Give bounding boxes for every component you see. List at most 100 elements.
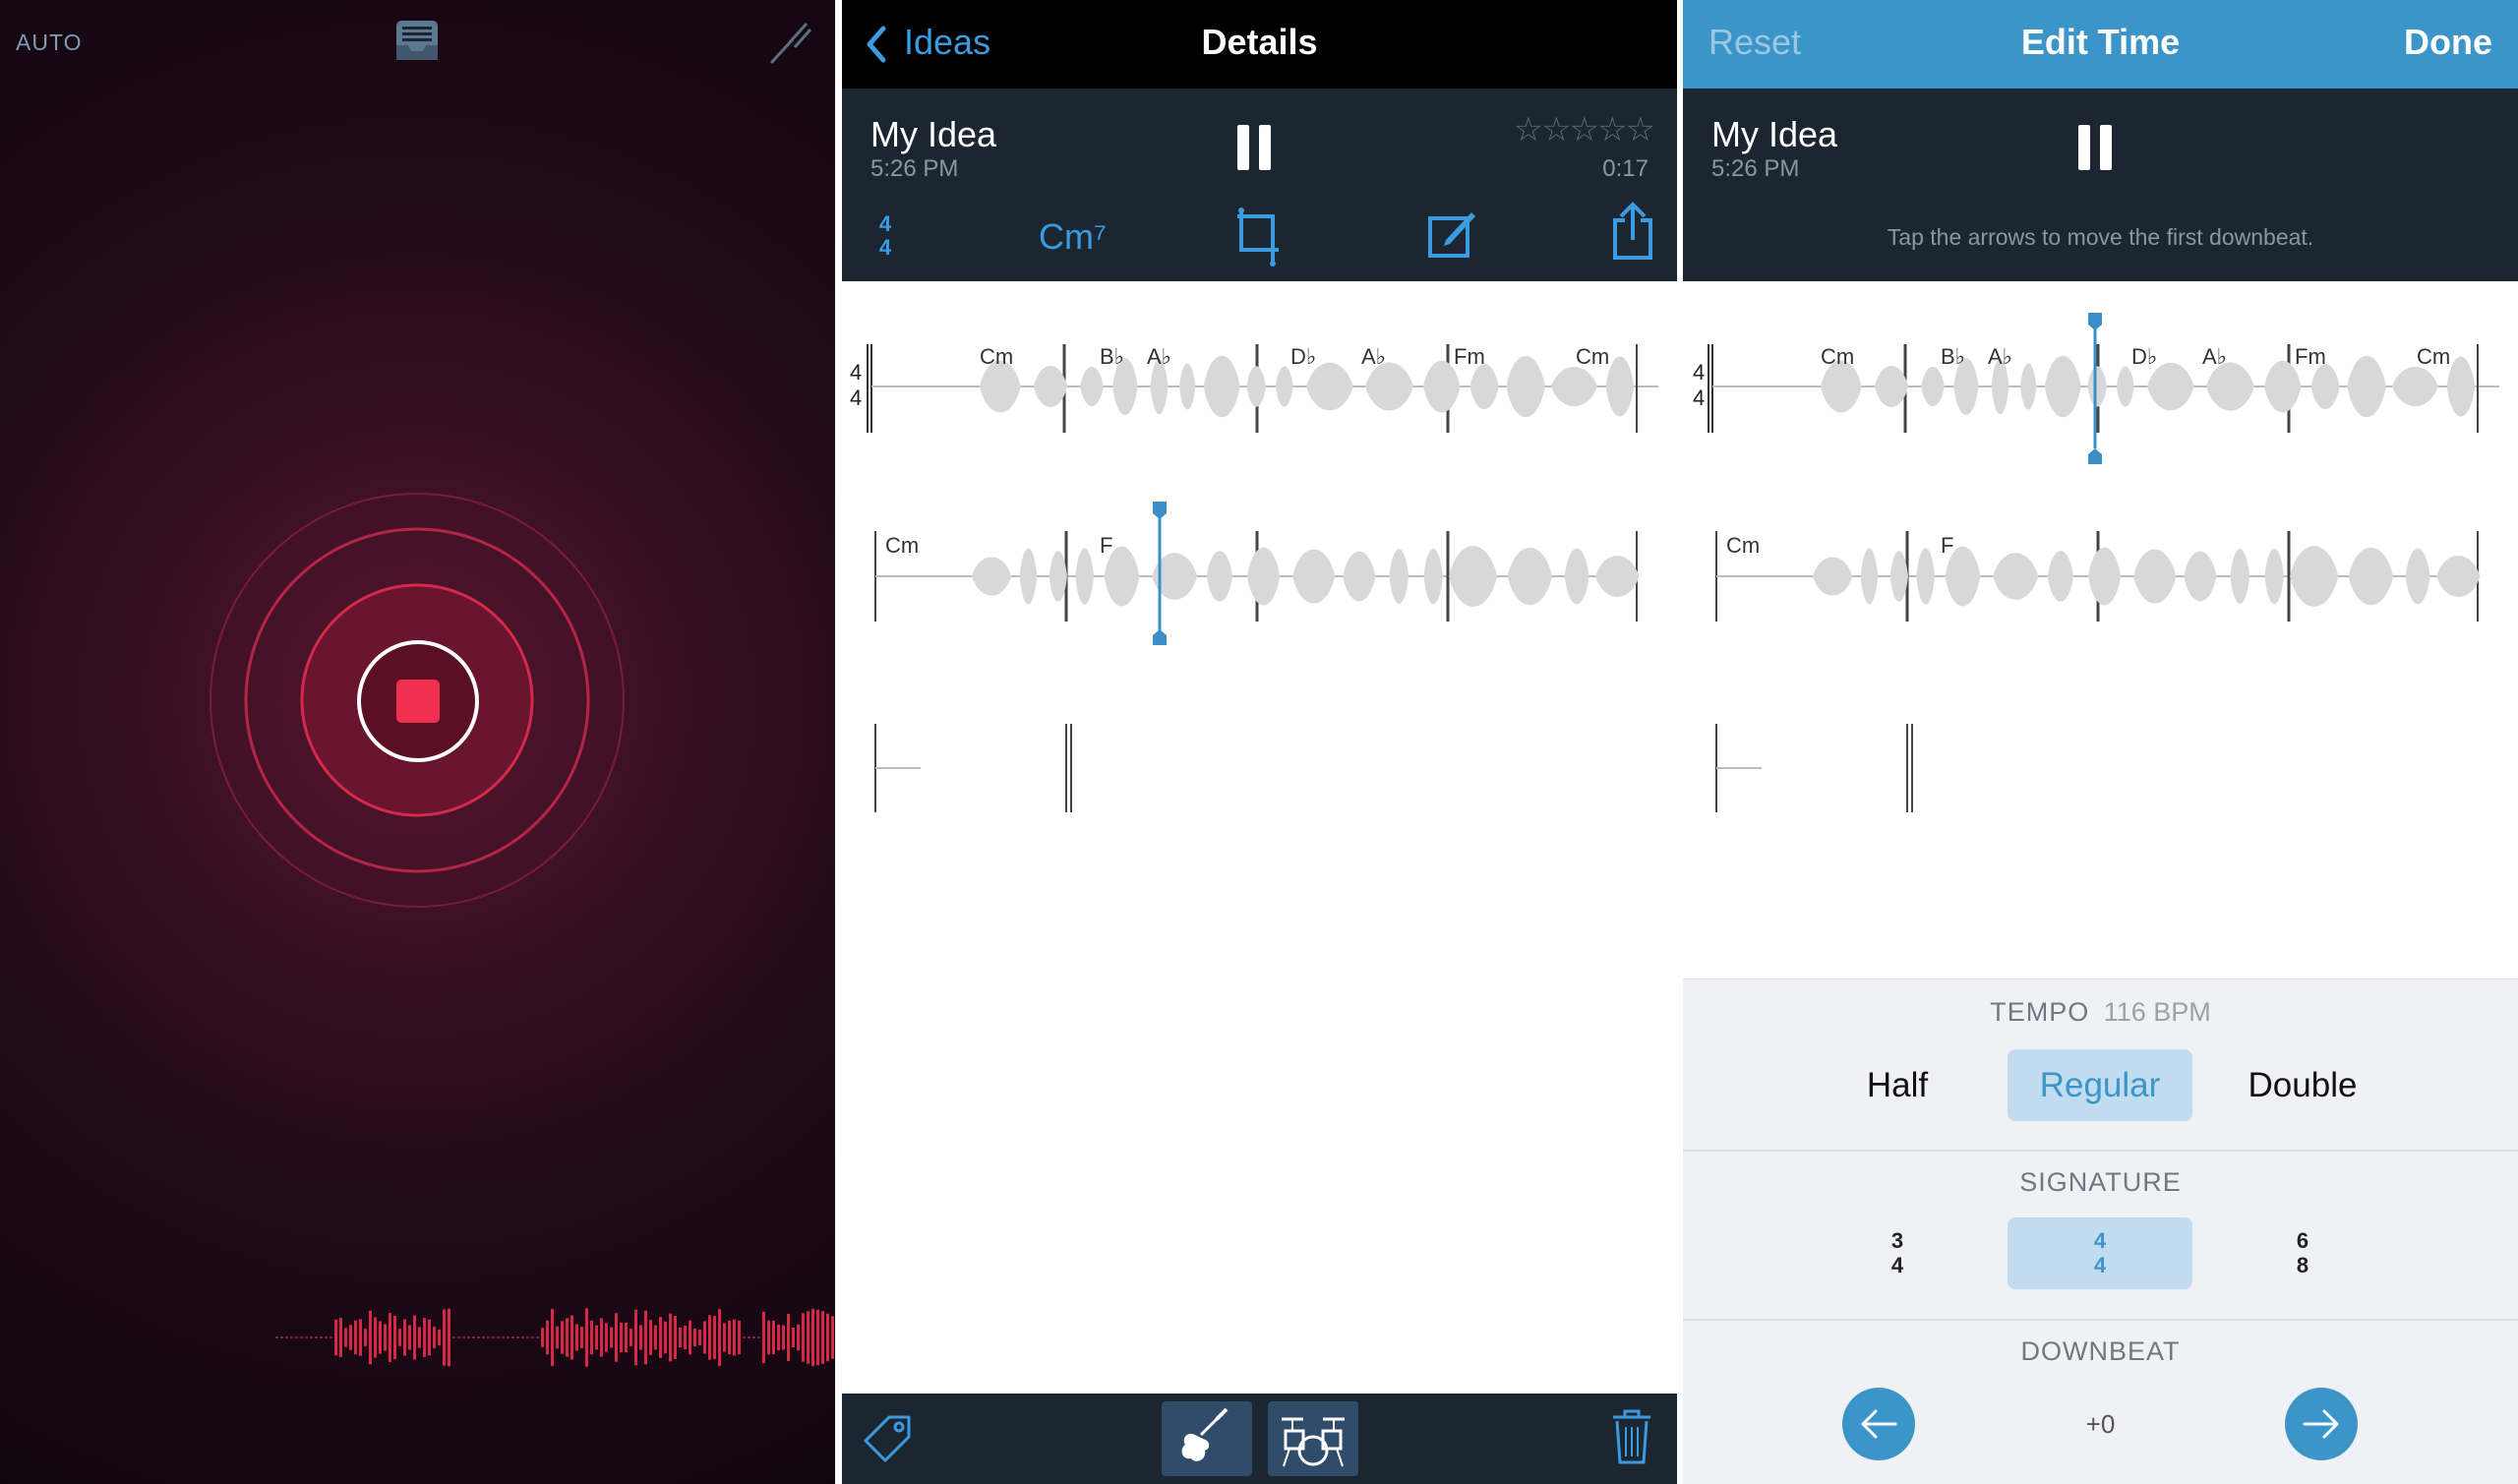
waveform-bar [831,1316,834,1359]
waveform-bar [610,1327,613,1348]
waveform-bar [438,1329,441,1346]
waveform-bar [787,1313,790,1362]
waveform-bar [305,1336,308,1338]
waveform-bar [600,1318,603,1357]
waveform-bar [354,1320,357,1355]
waveform-bar [516,1336,519,1338]
signature-label: SIGNATURE [2019,1167,2182,1197]
waveform-bar [300,1336,303,1338]
stop-record-button[interactable] [357,640,479,762]
waveform-bar [541,1328,544,1347]
waveform-bar [452,1336,455,1338]
waveform-bar [379,1321,382,1354]
waveform-bar [649,1320,652,1355]
waveform-bar [797,1324,800,1351]
waveform-bar [457,1336,460,1338]
waveform-bar [689,1320,691,1355]
waveform-bar [418,1327,421,1348]
waveform-bar [580,1327,583,1348]
waveform-bar [782,1325,785,1350]
downbeat-value: +0 [2085,1409,2116,1439]
waveform-bar [654,1325,657,1350]
stop-record-icon [396,680,440,723]
waveform-bar [467,1336,470,1338]
waveform-bar [708,1315,711,1360]
tempo-double-option[interactable]: Double [2210,1049,2395,1121]
sig-bottom: 4 [2093,1253,2107,1277]
guitar-button[interactable] [1162,1401,1252,1476]
tempo-label: TEMPO [1990,997,2090,1027]
trash-icon[interactable] [1609,1407,1654,1471]
arrow-right-icon [2303,1409,2339,1439]
waveform-bar [275,1336,278,1338]
waveform-bar [295,1336,298,1338]
waveform-bar [728,1320,731,1355]
waveform-bar [487,1336,490,1338]
waveform-bar [428,1319,431,1356]
waveform-bar [585,1308,588,1367]
waveform-bar [546,1320,549,1355]
waveform-bar [590,1320,593,1355]
waveform-bar [310,1336,313,1338]
waveform-bar [443,1309,446,1366]
waveform-bar [403,1319,406,1356]
tempo-regular-option[interactable]: Regular [2008,1049,2192,1121]
downbeat-marker[interactable] [1683,0,2518,688]
waveform-bar [816,1309,819,1366]
signature-6-8-option[interactable]: 6 8 [2210,1217,2395,1289]
waveform-bar [290,1336,293,1338]
waveform-bar [723,1323,726,1352]
waveform-bar [408,1325,411,1350]
waveform-bar [413,1315,416,1360]
tag-icon[interactable] [862,1413,915,1471]
waveform-bar [767,1320,770,1355]
waveform-bar [511,1336,514,1338]
downbeat-label: DOWNBEAT [2020,1336,2181,1366]
waveform-bar [521,1336,524,1338]
waveform-bar [325,1336,328,1338]
waveform-bar [713,1316,716,1359]
sig-bottom: 8 [2296,1253,2309,1277]
waveform-bar [433,1326,436,1349]
waveform-bar [777,1324,780,1351]
waveform-bar [526,1336,529,1338]
waveform-bar [561,1321,564,1354]
waveform-bar [285,1336,288,1338]
waveform-bar [536,1336,539,1338]
waveform-bar [482,1336,485,1338]
waveform-bar [551,1309,554,1366]
playhead-marker[interactable] [842,0,1677,688]
waveform-bar [369,1310,372,1365]
waveform-bar [826,1313,829,1362]
waveform-bar [570,1315,573,1360]
sig-top: 3 [1890,1228,1904,1253]
downbeat-right-button[interactable] [2285,1388,2358,1460]
signature-3-4-option[interactable]: 3 4 [1805,1217,1990,1289]
waveform-bar [639,1325,642,1350]
signature-4-4-option[interactable]: 4 4 [2008,1217,2192,1289]
waveform-bar [634,1309,637,1366]
waveform-bar [615,1313,618,1362]
sig-top: 6 [2296,1228,2309,1253]
sig-bottom: 4 [1890,1253,1904,1277]
waveform-bar [384,1324,387,1351]
waveform-bar [315,1336,318,1338]
tempo-half-option[interactable]: Half [1805,1049,1990,1121]
waveform-bar [703,1321,706,1354]
waveform-bar [374,1317,377,1358]
waveform-bar [772,1320,775,1355]
waveform-bar [497,1336,500,1338]
waveform-bar [595,1325,598,1350]
waveform-bar [502,1336,505,1338]
recorder-panel: AUTO [0,0,835,1484]
tempo-section: TEMPO 116 BPM Half Regular Double [1683,979,2518,1151]
waveform-bar [393,1315,396,1360]
waveform-bar [693,1328,696,1347]
waveform-bar [669,1313,672,1362]
waveform-bar [738,1320,741,1355]
drums-button[interactable] [1268,1401,1358,1476]
waveform-bar [556,1326,559,1349]
waveform-bar [349,1325,352,1350]
waveform-bar [507,1336,510,1338]
waveform-bar [334,1319,337,1356]
